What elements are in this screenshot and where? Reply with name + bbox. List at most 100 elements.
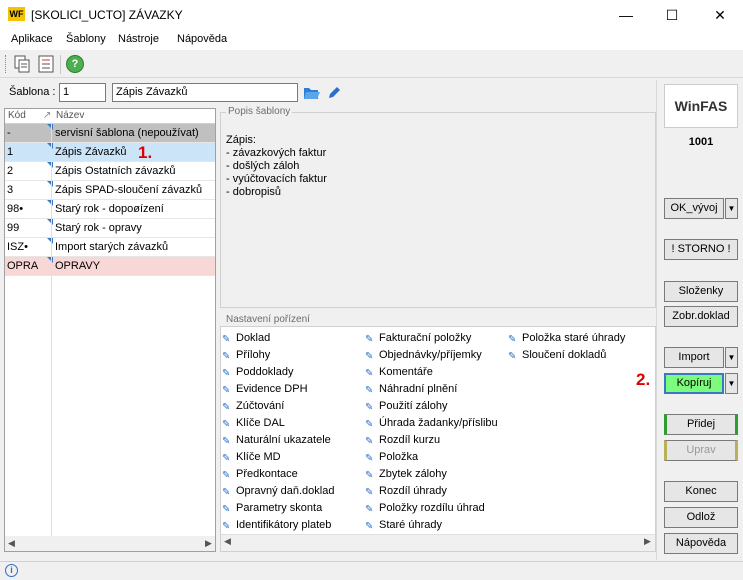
pencil-icon: ✎: [222, 402, 231, 413]
pencil-icon: ✎: [365, 351, 374, 362]
kopiruj-button[interactable]: Kopíruj: [664, 373, 724, 394]
nastaveni-porizeni-label: Nastavení pořízení: [224, 314, 312, 325]
storno-button[interactable]: ! STORNO !: [664, 239, 738, 260]
minimize-button[interactable]: —: [603, 0, 649, 30]
nastaveni-option[interactable]: ✎ Identifikátory plateb: [222, 517, 331, 534]
copy-template-icon[interactable]: [13, 55, 31, 73]
sablona-number-field[interactable]: 1: [59, 83, 106, 102]
nastaveni-option[interactable]: ✎ Položka staré úhrady: [508, 330, 625, 347]
nastaveni-option[interactable]: ✎ Položky rozdílu úhrad: [365, 500, 485, 517]
nastaveni-option[interactable]: ✎ Objednávky/příjemky: [365, 347, 482, 364]
nastaveni-option[interactable]: ✎ Komentáře: [365, 364, 433, 381]
table-row[interactable]: - servisní šablona (nepoužívat): [5, 124, 215, 143]
table-row[interactable]: 98• Starý rok - dopoøízení: [5, 200, 215, 219]
nastaveni-option[interactable]: ✎ Předkontace: [222, 466, 298, 483]
nastaveni-option[interactable]: ✎ Přílohy: [222, 347, 270, 364]
table-row[interactable]: 2 Zápis Ostatních závazků: [5, 162, 215, 181]
pridej-button[interactable]: Přidej: [664, 414, 738, 435]
scroll-left-icon[interactable]: ◀: [224, 536, 231, 547]
nastaveni-option[interactable]: ✎ Staré úhrady: [365, 517, 442, 534]
close-button[interactable]: ✕: [697, 0, 743, 30]
column-header-nazev[interactable]: Název: [56, 110, 84, 121]
nastaveni-option-label: Evidence DPH: [236, 383, 308, 395]
ok-vyvoj-dropdown-icon[interactable]: ▼: [725, 198, 738, 219]
odloz-button[interactable]: Odlož: [664, 507, 738, 528]
zobr-doklad-button[interactable]: Zobr.doklad: [664, 306, 738, 327]
list-icon[interactable]: [37, 55, 55, 73]
table-row[interactable]: ISZ• Import starých závazků: [5, 238, 215, 257]
nastaveni-option-label: Rozdíl úhrady: [379, 485, 447, 497]
nastaveni-option-label: Zbytek zálohy: [379, 468, 447, 480]
nastaveni-option[interactable]: ✎ Rozdíl úhrady: [365, 483, 447, 500]
pencil-icon: ✎: [222, 368, 231, 379]
nastaveni-option[interactable]: ✎ Zbytek zálohy: [365, 466, 447, 483]
menu-nastroje[interactable]: Nástroje: [118, 33, 159, 45]
table-row[interactable]: OPRA OPRAVY: [5, 257, 215, 276]
row-kod: ISZ•: [7, 241, 28, 253]
nastaveni-option[interactable]: ✎ Klíče MD: [222, 449, 281, 466]
sablona-name-field[interactable]: Zápis Závazků: [112, 83, 298, 102]
kopiruj-dropdown-icon[interactable]: ▼: [725, 373, 738, 394]
table-row[interactable]: 99 Starý rok - opravy: [5, 219, 215, 238]
nastaveni-option[interactable]: ✎ Sloučení dokladů: [508, 347, 606, 364]
pencil-icon: ✎: [365, 436, 374, 447]
table-row-selected[interactable]: 1 Zápis Závazků: [5, 143, 215, 162]
nastaveni-option-label: Úhrada žadanky/příslibu: [379, 417, 498, 429]
nastaveni-option-label: Zúčtování: [236, 400, 285, 412]
folder-open-icon[interactable]: [303, 84, 321, 101]
row-nazev: servisní šablona (nepoužívat): [55, 127, 199, 139]
nastaveni-option[interactable]: ✎ Úhrada žadanky/příslibu: [365, 415, 498, 432]
pencil-icon: ✎: [222, 334, 231, 345]
row-marker: [47, 219, 53, 225]
popis-line: - vyúčtovacích faktur: [226, 173, 327, 185]
pencil-icon: ✎: [222, 453, 231, 464]
horizontal-scrollbar[interactable]: [221, 534, 655, 551]
napoveda-button[interactable]: Nápověda: [664, 533, 738, 554]
row-kod: 2: [7, 165, 14, 177]
scroll-right-icon[interactable]: ▶: [644, 536, 651, 547]
nastaveni-option[interactable]: ✎ Zúčtování: [222, 398, 284, 415]
nastaveni-option[interactable]: ✎ Parametry skonta: [222, 500, 322, 517]
nastaveni-option[interactable]: ✎ Fakturační položky: [365, 330, 471, 347]
slozenky-button[interactable]: Složenky: [664, 281, 738, 302]
nastaveni-option[interactable]: ✎ Rozdíl kurzu: [365, 432, 440, 449]
pencil-icon: ✎: [222, 504, 231, 515]
nastaveni-option[interactable]: ✎ Evidence DPH: [222, 381, 308, 398]
nastaveni-option[interactable]: ✎ Opravný daň.doklad: [222, 483, 334, 500]
pencil-icon: ✎: [365, 334, 374, 345]
popis-line: - došlých záloh: [226, 160, 300, 172]
ok-vyvoj-button[interactable]: OK_vývoj: [664, 198, 724, 219]
konec-button[interactable]: Konec: [664, 481, 738, 502]
company-code: 1001: [688, 136, 714, 148]
help-icon[interactable]: ?: [66, 55, 84, 73]
nastaveni-option-label: Náhradní plnění: [379, 383, 458, 395]
grid-scroll-right-icon[interactable]: ▶: [205, 538, 212, 549]
nastaveni-option[interactable]: ✎ Položka: [365, 449, 418, 466]
grid-scroll-left-icon[interactable]: ◀: [8, 538, 15, 549]
import-button[interactable]: Import: [664, 347, 724, 368]
menu-sablony[interactable]: Šablony: [66, 33, 106, 45]
menu-napoveda[interactable]: Nápověda: [177, 33, 227, 45]
nastaveni-option-label: Poddoklady: [236, 366, 294, 378]
row-kod: 3: [7, 184, 14, 196]
nastaveni-option[interactable]: ✎ Naturální ukazatele: [222, 432, 331, 449]
row-marker: [47, 143, 53, 149]
pencil-icon: ✎: [222, 470, 231, 481]
uprav-button: Uprav: [664, 440, 738, 461]
import-dropdown-icon[interactable]: ▼: [725, 347, 738, 368]
nastaveni-option-label: Rozdíl kurzu: [379, 434, 441, 446]
column-header-kod[interactable]: Kód: [8, 110, 26, 121]
nastaveni-option[interactable]: ✎ Poddoklady: [222, 364, 294, 381]
menu-aplikace[interactable]: Aplikace: [11, 33, 53, 45]
grid-horizontal-scrollbar[interactable]: [5, 536, 215, 551]
nastaveni-option[interactable]: ✎ Použití zálohy: [365, 398, 447, 415]
popis-line: - závazkových faktur: [226, 147, 327, 159]
nastaveni-option[interactable]: ✎ Náhradní plnění: [365, 381, 457, 398]
pencil-icon[interactable]: [327, 85, 341, 100]
row-marker: [47, 238, 53, 244]
nastaveni-option[interactable]: ✎ Doklad: [222, 330, 270, 347]
maximize-button[interactable]: ☐: [649, 0, 695, 30]
table-row[interactable]: 3 Zápis SPAD-sloučení závazků: [5, 181, 215, 200]
nastaveni-option-label: Položka staré úhrady: [522, 332, 626, 344]
nastaveni-option[interactable]: ✎ Klíče DAL: [222, 415, 285, 432]
